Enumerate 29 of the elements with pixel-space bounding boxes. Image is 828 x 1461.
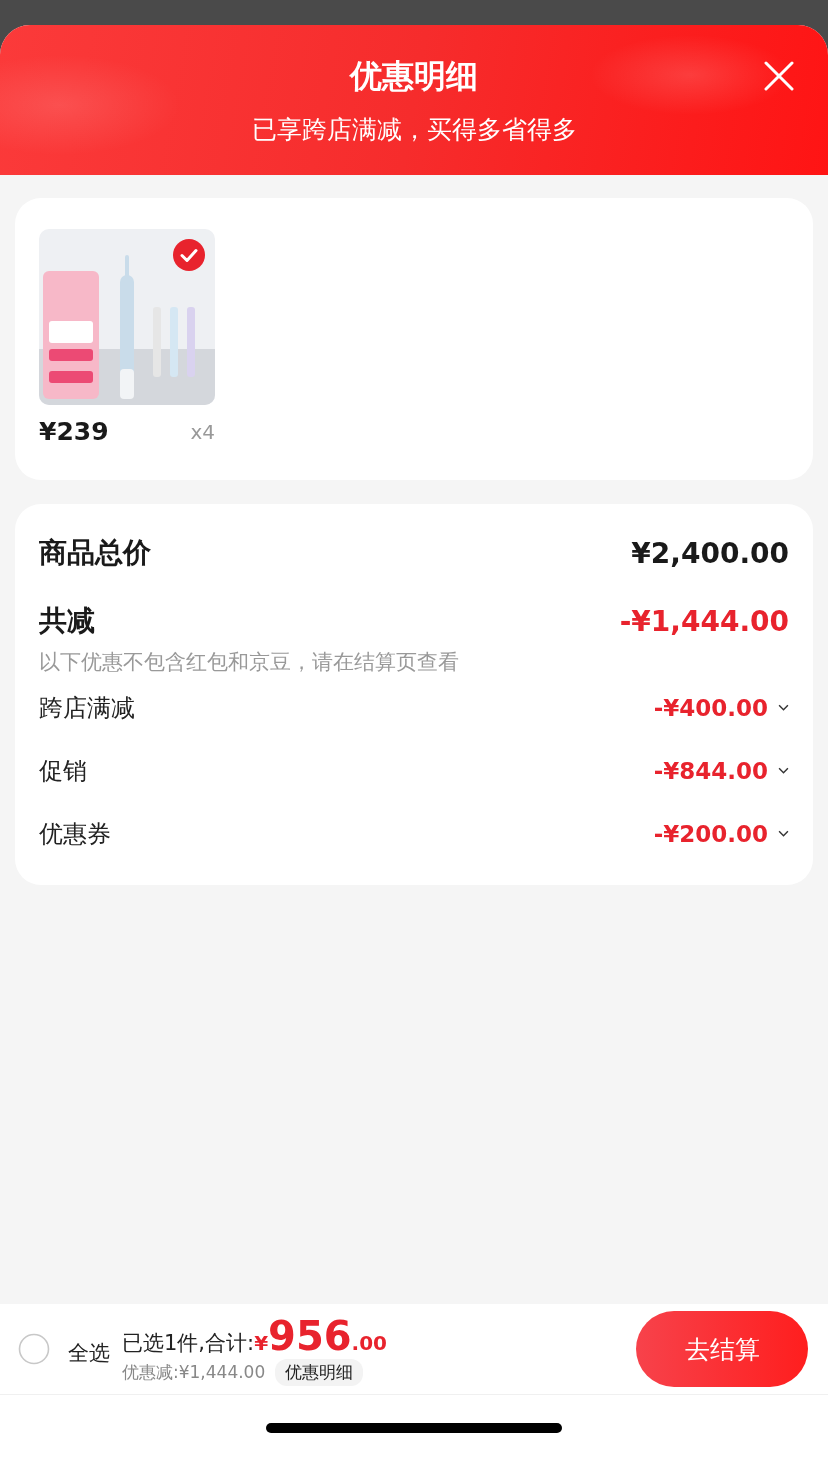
discount-item-value: -¥400.00 bbox=[653, 694, 768, 721]
sheet-subtitle: 已享跨店满减，买得多省得多 bbox=[251, 114, 577, 146]
checkout-button[interactable]: 去结算 bbox=[636, 1311, 808, 1387]
chevron-icon[interactable] bbox=[778, 830, 789, 837]
close-icon[interactable] bbox=[764, 61, 794, 91]
total-amount: 956 bbox=[268, 1312, 352, 1359]
chevron-icon[interactable] bbox=[778, 704, 789, 711]
discount-item-value: -¥200.00 bbox=[653, 820, 768, 847]
selected-count-text: 已选1件,合计: bbox=[122, 1329, 255, 1357]
total-value: ¥2,400.00 bbox=[631, 536, 789, 570]
sheet-title: 优惠明细 bbox=[350, 56, 478, 97]
discount-summary: 优惠减:¥1,444.00 bbox=[122, 1360, 266, 1384]
discount-detail-button[interactable]: 优惠明细 bbox=[275, 1358, 364, 1386]
product-price: ¥239 bbox=[39, 417, 109, 446]
product-quantity: x4 bbox=[190, 419, 215, 444]
discount-item-label: 跨店满减 bbox=[39, 692, 135, 724]
total-label: 商品总价 bbox=[39, 535, 151, 571]
currency-symbol: ¥ bbox=[254, 1330, 269, 1355]
amount-decimals: .00 bbox=[351, 1330, 387, 1355]
discount-item-label: 促销 bbox=[39, 755, 87, 787]
discount-value: -¥1,444.00 bbox=[619, 604, 789, 638]
discount-item-value: -¥844.00 bbox=[653, 757, 768, 784]
radio-circle-icon[interactable] bbox=[18, 1333, 50, 1365]
discount-label: 共减 bbox=[39, 603, 95, 639]
select-all-label[interactable]: 全选 bbox=[68, 1339, 110, 1367]
chevron-icon[interactable] bbox=[778, 767, 789, 774]
check-icon[interactable] bbox=[173, 239, 205, 271]
discount-note: 以下优惠不包含红包和京豆，请在结算页查看 bbox=[39, 649, 460, 676]
discount-item-label: 优惠券 bbox=[39, 818, 111, 850]
